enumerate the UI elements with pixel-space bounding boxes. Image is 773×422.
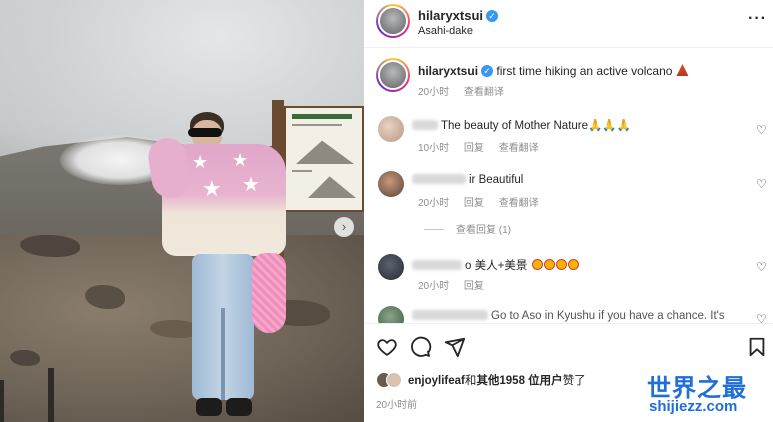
heart-icon[interactable]: ♡ xyxy=(756,123,767,137)
sign-mountain-graphic xyxy=(308,176,356,198)
comment-body: Beautiful xyxy=(478,174,524,186)
blurred-username xyxy=(412,174,466,184)
heart-icon[interactable]: ♡ xyxy=(756,312,767,323)
caption-text: first time hiking an active volcano xyxy=(496,64,673,78)
pink-bag xyxy=(252,253,286,333)
comment-text: Go to Aso in Kyushu if you have a chance… xyxy=(412,310,725,322)
comments-list[interactable]: hilaryxtsui ✓ first time hiking an active… xyxy=(364,48,773,323)
blurred-username xyxy=(412,260,462,270)
shoe xyxy=(196,398,222,416)
star-pattern-icon: ★ xyxy=(202,176,222,201)
heart-eyes-emoji-icon xyxy=(531,259,543,270)
commenter-avatar[interactable] xyxy=(378,254,404,280)
bookmark-icon[interactable] xyxy=(746,336,768,358)
sign-heading-bar xyxy=(292,114,352,119)
post-details-panel: hilaryxtsui ✓ Asahi-dake ··· hilaryxtsui ✓… xyxy=(364,0,773,422)
comment-meta: 20小时 回复 查看翻译 xyxy=(418,194,551,209)
avatar-image xyxy=(378,6,408,36)
reply-link[interactable]: 回复 xyxy=(464,143,484,154)
caption-time: 20小时 xyxy=(418,87,450,98)
comment-text: The beauty of Mother Nature🙏🙏🙏 xyxy=(412,118,631,132)
post-photo[interactable]: ★ ★ ★ ★ › xyxy=(0,0,364,422)
commenter-avatar[interactable] xyxy=(378,306,404,323)
comment-body: Go to Aso in Kyushu if you have a chance… xyxy=(491,310,725,322)
avatar[interactable] xyxy=(376,4,410,38)
comment-meta: 10小时 回复 查看翻译 xyxy=(418,139,551,154)
heart-icon[interactable] xyxy=(376,336,398,358)
fence-post xyxy=(48,368,54,422)
divider-dash xyxy=(424,229,444,230)
comment-body: The beauty of Mother Nature🙏🙏🙏 xyxy=(441,120,631,132)
commenter-avatar[interactable] xyxy=(378,171,404,197)
sign-mountain-graphic xyxy=(296,140,354,164)
view-replies-text[interactable]: 查看回复 (1) xyxy=(456,225,511,236)
shoe xyxy=(226,398,252,416)
caption-username[interactable]: hilaryxtsui xyxy=(418,64,478,78)
verified-badge-icon: ✓ xyxy=(481,65,494,77)
likes-summary[interactable]: enjoylifeaf和其他1958 位用户赞了 xyxy=(376,372,586,388)
caption-meta: 20小时 查看翻译 xyxy=(418,83,516,98)
verified-badge-icon: ✓ xyxy=(486,10,499,22)
more-options-icon[interactable]: ··· xyxy=(748,10,767,28)
likes-and: 和 xyxy=(464,375,477,387)
star-pattern-icon: ★ xyxy=(242,174,260,196)
liker-avatar xyxy=(386,372,402,388)
post-actions: enjoylifeaf和其他1958 位用户赞了 20小时前 世界之最 shij… xyxy=(364,323,773,422)
share-icon[interactable] xyxy=(444,336,466,358)
liker-username[interactable]: enjoylifeaf xyxy=(408,375,465,387)
person: ★ ★ ★ ★ xyxy=(146,108,300,422)
username-text[interactable]: hilaryxtsui xyxy=(418,8,483,23)
heart-eyes-emoji-icon xyxy=(567,259,579,270)
translate-link[interactable]: 查看翻译 xyxy=(464,87,504,98)
header-username[interactable]: hilaryxtsui ✓ xyxy=(418,8,499,23)
view-replies-link[interactable]: 查看回复 (1) xyxy=(424,221,511,236)
caption: hilaryxtsui ✓ first time hiking an active… xyxy=(418,64,689,78)
watermark-url: shijiezz.com xyxy=(649,398,738,415)
avatar[interactable] xyxy=(376,58,410,92)
reply-link[interactable]: 回复 xyxy=(464,198,484,209)
comment-text: ir Beautiful xyxy=(412,174,523,186)
comment-icon[interactable] xyxy=(410,336,432,358)
translate-link[interactable]: 查看翻译 xyxy=(499,143,539,154)
site-watermark: 世界之最 shijiezz.com xyxy=(647,368,767,420)
sunglasses xyxy=(188,128,222,137)
heart-eyes-emoji-icon xyxy=(555,259,567,270)
commenter-avatar[interactable] xyxy=(378,116,404,142)
comment-body: 美人+美景 xyxy=(474,260,528,272)
fence-post xyxy=(0,380,4,422)
comment-meta: 20小时 回复 xyxy=(418,277,496,292)
location-link[interactable]: Asahi-dake xyxy=(418,25,473,37)
star-pattern-icon: ★ xyxy=(232,150,249,170)
star-pattern-icon: ★ xyxy=(192,152,209,172)
likes-suffix: 赞了 xyxy=(562,375,586,387)
avatar-image xyxy=(378,60,408,90)
translate-link[interactable]: 查看翻译 xyxy=(499,198,539,209)
comment-time: 20小时 xyxy=(418,198,450,209)
blurred-username xyxy=(412,310,488,320)
post-timestamp: 20小时前 xyxy=(376,400,418,411)
jeans-leg-gap xyxy=(221,308,225,400)
volcano-emoji-icon xyxy=(676,64,689,76)
heart-icon[interactable]: ♡ xyxy=(756,177,767,191)
post-header: hilaryxtsui ✓ Asahi-dake ··· xyxy=(364,0,773,48)
username-tail[interactable]: ir xyxy=(469,174,475,186)
reply-link[interactable]: 回复 xyxy=(464,281,484,292)
comment-text: o 美人+美景 xyxy=(412,257,579,273)
comment-time: 20小时 xyxy=(418,281,450,292)
blurred-username xyxy=(412,120,438,130)
likes-count[interactable]: 其他1958 位用户 xyxy=(476,375,562,387)
chevron-right-icon[interactable]: › xyxy=(334,217,354,237)
comment-time: 10小时 xyxy=(418,143,450,154)
heart-eyes-emoji-icon xyxy=(543,259,555,270)
username-tail[interactable]: o xyxy=(465,260,471,272)
heart-icon[interactable]: ♡ xyxy=(756,260,767,274)
